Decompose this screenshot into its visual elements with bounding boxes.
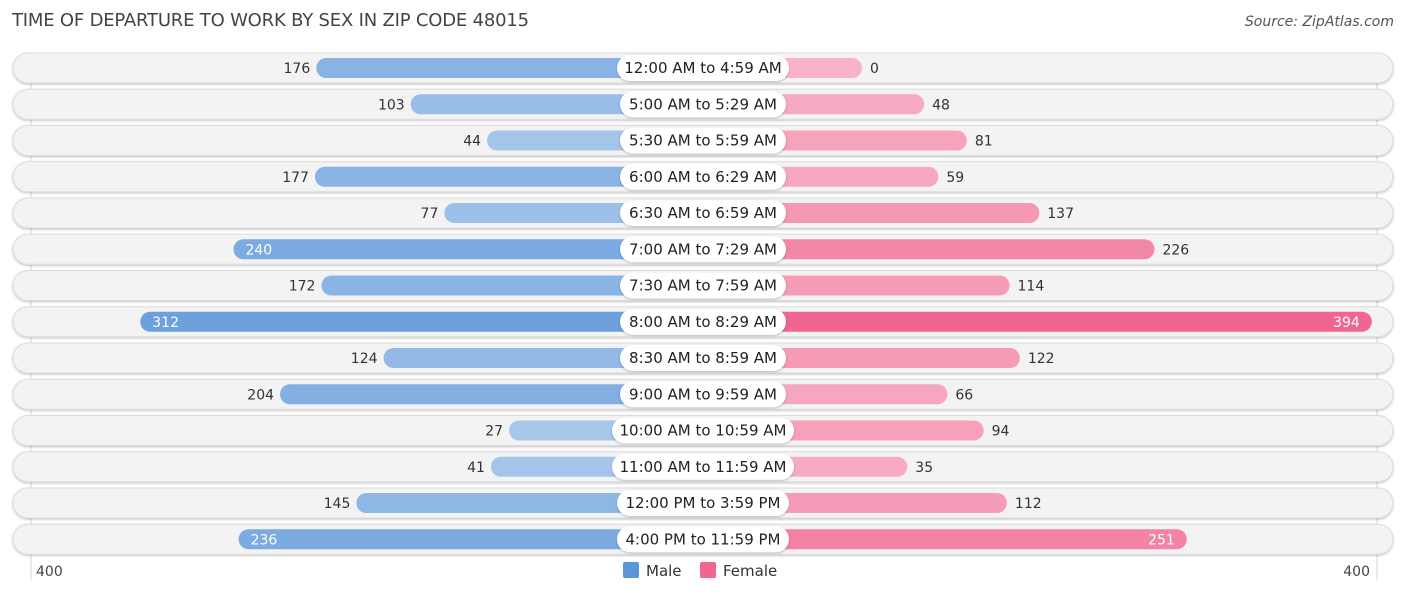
category-label: 12:00 AM to 4:59 AM (624, 59, 781, 77)
category-label: 7:30 AM to 7:59 AM (629, 277, 777, 295)
value-label-female: 394 (1333, 315, 1360, 331)
value-label-female: 94 (992, 424, 1010, 440)
bar-row: 240 226 7:00 AM to 7:29 AM (12, 233, 1394, 265)
value-label-female: 48 (932, 97, 950, 113)
value-label-female: 251 (1148, 532, 1175, 548)
category-label: 8:00 AM to 8:29 AM (629, 313, 777, 331)
bar-row: 145 112 12:00 PM to 3:59 PM (12, 487, 1394, 519)
value-label-female: 59 (946, 170, 964, 186)
bar-row: 176 0 12:00 AM to 4:59 AM (12, 52, 1394, 84)
bar-row: 103 48 5:00 AM to 5:29 AM (12, 88, 1394, 120)
category-label: 4:00 PM to 11:59 PM (625, 530, 780, 548)
legend: Male Female (623, 562, 777, 580)
value-label-male: 124 (351, 351, 378, 367)
category-label: 7:00 AM to 7:29 AM (629, 240, 777, 258)
value-label-female: 114 (1018, 279, 1045, 295)
value-label-male: 236 (251, 532, 278, 548)
category-label: 5:00 AM to 5:29 AM (629, 95, 777, 113)
legend-swatch-male (623, 562, 639, 578)
category-label: 11:00 AM to 11:59 AM (620, 458, 787, 476)
bar-row: 312 394 8:00 AM to 8:29 AM (12, 306, 1394, 338)
value-label-female: 35 (915, 460, 933, 476)
category-label: 6:00 AM to 6:29 AM (629, 168, 777, 186)
bar-male (140, 311, 704, 332)
legend-label-male: Male (646, 562, 682, 580)
value-label-male: 77 (421, 206, 439, 222)
value-label-female: 0 (870, 61, 879, 77)
value-label-female: 112 (1015, 496, 1042, 512)
category-label: 8:30 AM to 8:59 AM (629, 349, 777, 367)
value-label-female: 226 (1162, 242, 1189, 258)
bar-row: 41 35 11:00 AM to 11:59 AM (12, 451, 1394, 483)
category-label: 5:30 AM to 5:59 AM (629, 132, 777, 150)
legend-label-female: Female (723, 562, 777, 580)
value-label-female: 122 (1028, 351, 1055, 367)
value-label-male: 176 (284, 61, 311, 77)
value-label-male: 27 (485, 424, 503, 440)
value-label-male: 312 (152, 315, 179, 331)
bar-row: 124 122 8:30 AM to 8:59 AM (12, 342, 1394, 374)
value-label-male: 145 (324, 496, 351, 512)
value-label-male: 44 (463, 134, 481, 150)
category-label: 12:00 PM to 3:59 PM (625, 494, 780, 512)
bar-row: 177 59 6:00 AM to 6:29 AM (12, 161, 1394, 193)
value-label-female: 81 (975, 134, 993, 150)
value-label-female: 66 (955, 387, 973, 403)
axis-label-right: 400 (1343, 564, 1370, 580)
axis-label-left: 400 (36, 564, 63, 580)
value-label-male: 204 (247, 387, 274, 403)
bar-row: 44 81 5:30 AM to 5:59 AM (12, 125, 1394, 156)
bar-row: 77 137 6:30 AM to 6:59 AM (12, 197, 1394, 229)
value-label-male: 41 (467, 460, 485, 476)
value-label-male: 103 (378, 97, 405, 113)
chart: 176 0 12:00 AM to 4:59 AM 103 48 5:00 AM to 5… (12, 52, 1394, 580)
bar-row: 172 114 7:30 AM to 7:59 AM (12, 270, 1394, 301)
category-label: 9:00 AM to 9:59 AM (629, 385, 777, 403)
value-label-male: 172 (289, 279, 316, 295)
value-label-female: 137 (1047, 206, 1074, 222)
bar-row: 236 251 4:00 PM to 11:59 PM (12, 523, 1394, 555)
bar-row: 27 94 10:00 AM to 10:59 AM (12, 415, 1394, 446)
value-label-male: 177 (282, 170, 309, 186)
category-label: 10:00 AM to 10:59 AM (620, 422, 787, 440)
bar-row: 204 66 9:00 AM to 9:59 AM (12, 378, 1394, 410)
legend-swatch-female (700, 562, 716, 578)
value-label-male: 240 (245, 242, 272, 258)
bar-female (703, 311, 1372, 332)
category-label: 6:30 AM to 6:59 AM (629, 204, 777, 222)
